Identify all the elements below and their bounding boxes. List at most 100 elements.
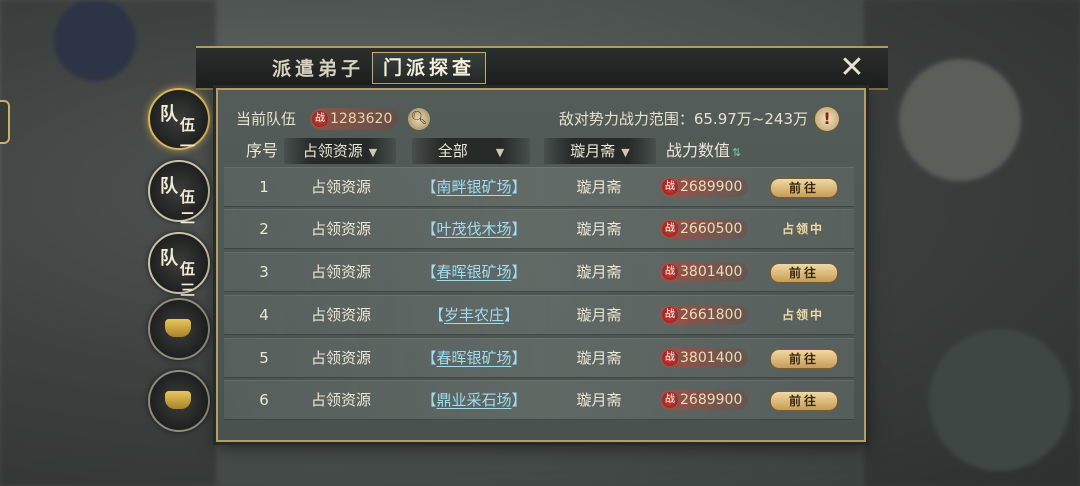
row-power-badge: 战 2689900 (660, 390, 749, 410)
chevron-down-icon: ▼ (621, 146, 630, 159)
tab-bar: 派遣弟子 门派探查 ✕ (196, 46, 888, 90)
bracket-right: 】 (511, 391, 527, 409)
row-sect: 璇月斋 (576, 349, 622, 367)
go-button[interactable]: 前往 (770, 263, 838, 283)
current-team-label: 当前队伍 (236, 110, 297, 128)
close-icon[interactable]: ✕ (836, 53, 868, 83)
team-button-label-top: 队 (160, 176, 178, 197)
table-row: 3 占领资源 【春晖银矿场】 璇月斋 战 3801400 前往 (224, 252, 854, 292)
lock-icon (165, 391, 191, 409)
go-button[interactable]: 前往 (770, 178, 838, 198)
team-button-label-bottom: 伍二 (180, 188, 196, 227)
row-target-link[interactable]: 【春晖银矿场】 (394, 339, 554, 377)
team-info-row: 当前队伍 战 1283620 🔍︎ 敌对势力战力范围：65.97万~243万 ! (236, 106, 848, 132)
chevron-down-icon: ▼ (368, 146, 378, 159)
row-power-value: 2661800 (680, 307, 743, 323)
power-icon: 战 (662, 179, 678, 195)
column-header-power[interactable]: 战力数值 ⇅ (666, 138, 741, 164)
row-target-name: 鼎业采石场 (436, 391, 512, 409)
team-button-label-bottom: 伍一 (180, 116, 196, 155)
table-row: 6 占领资源 【鼎业采石场】 璇月斋 战 2689900 前往 (224, 380, 854, 420)
sect-filter-dropdown[interactable]: 璇月斋 ▼ (544, 138, 656, 164)
row-index: 5 (259, 349, 269, 367)
row-type: 占领资源 (310, 263, 371, 281)
row-target-name: 叶茂伐木场 (436, 220, 512, 238)
row-power-badge: 战 2689900 (660, 177, 749, 197)
row-power-badge: 战 3801400 (660, 348, 749, 368)
row-type: 占领资源 (310, 391, 371, 409)
team-button-3[interactable]: 队 伍三 (148, 232, 210, 299)
row-type: 占领资源 (310, 178, 371, 196)
team-button-1[interactable]: 队 伍一 (148, 88, 210, 155)
row-target-link[interactable]: 【春晖银矿场】 (394, 253, 554, 291)
row-type: 占领资源 (310, 306, 371, 324)
team-button-5-locked[interactable] (148, 370, 210, 432)
type-filter-label: 占领资源 (302, 142, 363, 160)
power-icon: 战 (662, 392, 678, 408)
sort-icon[interactable]: ⇅ (732, 146, 741, 159)
row-sect: 璇月斋 (576, 178, 622, 196)
row-power-badge: 战 2661800 (660, 305, 749, 325)
target-filter-dropdown[interactable]: 全部 ▼ (412, 138, 530, 164)
row-index: 3 (259, 263, 269, 281)
team-button-label-top: 队 (160, 104, 178, 125)
column-header-power-label: 战力数值 (666, 141, 731, 160)
tab-dispatch-disciples[interactable]: 派遣弟子 (262, 54, 374, 84)
target-filter-label: 全部 (437, 142, 468, 160)
occupying-status: 占领中 (781, 308, 824, 322)
go-button[interactable]: 前往 (770, 391, 838, 411)
bracket-left: 【 (421, 349, 437, 367)
bracket-right: 】 (504, 306, 520, 324)
row-index: 6 (259, 391, 269, 409)
row-index: 1 (259, 178, 269, 196)
row-target-link[interactable]: 【叶茂伐木场】 (394, 210, 554, 248)
chevron-down-icon: ▼ (495, 146, 505, 159)
row-power-value: 3801400 (680, 264, 743, 280)
current-power-value: 1283620 (330, 111, 393, 127)
team-button-4-locked[interactable] (148, 298, 210, 360)
type-filter-dropdown[interactable]: 占领资源 ▼ (284, 138, 396, 164)
bracket-right: 】 (511, 263, 527, 281)
team-button-label-top: 队 (160, 248, 178, 269)
row-index: 2 (259, 220, 269, 238)
row-target-link[interactable]: 【岁丰农庄】 (394, 296, 554, 334)
bracket-left: 【 (428, 306, 444, 324)
row-index: 4 (259, 306, 269, 324)
bracket-right: 】 (511, 178, 527, 196)
row-target-name: 南畔银矿场 (436, 178, 512, 196)
warning-icon[interactable]: ! (814, 106, 840, 132)
lock-icon (165, 319, 191, 337)
row-type: 占领资源 (310, 349, 371, 367)
row-target-link[interactable]: 【鼎业采石场】 (394, 381, 554, 419)
table-row: 1 占领资源 【南畔银矿场】 璇月斋 战 2689900 前往 (224, 167, 854, 207)
row-target-name: 春晖银矿场 (436, 349, 512, 367)
team-button-2[interactable]: 队 伍二 (148, 160, 210, 227)
tab-sect-scout[interactable]: 门派探查 (372, 52, 487, 84)
team-button-label-bottom: 伍三 (180, 260, 196, 299)
row-type: 占领资源 (310, 220, 371, 238)
row-power-value: 2689900 (680, 392, 743, 408)
row-sect: 璇月斋 (576, 263, 622, 281)
row-power-value: 2689900 (680, 179, 743, 195)
side-collapse-tab[interactable] (0, 100, 10, 144)
table-row: 2 占领资源 【叶茂伐木场】 璇月斋 战 2660500 占领中 (224, 209, 854, 249)
row-sect: 璇月斋 (576, 306, 622, 324)
bracket-right: 】 (511, 220, 527, 238)
occupying-status: 占领中 (781, 222, 824, 236)
bracket-left: 【 (421, 263, 437, 281)
search-icon[interactable]: 🔍︎ (408, 108, 430, 130)
current-power-badge: 战 1283620 (310, 108, 399, 130)
bracket-left: 【 (421, 178, 437, 196)
bracket-right: 】 (511, 349, 527, 367)
row-target-link[interactable]: 【南畔银矿场】 (394, 168, 554, 206)
column-header-index: 序号 (246, 141, 279, 160)
row-power-badge: 战 3801400 (660, 262, 749, 282)
row-power-badge: 战 2660500 (660, 219, 749, 239)
power-icon: 战 (662, 307, 678, 323)
power-icon: 战 (662, 221, 678, 237)
power-icon: 战 (312, 111, 328, 127)
table-row: 5 占领资源 【春晖银矿场】 璇月斋 战 3801400 前往 (224, 338, 854, 378)
go-button[interactable]: 前往 (770, 349, 838, 369)
row-sect: 璇月斋 (576, 391, 622, 409)
row-sect: 璇月斋 (576, 220, 622, 238)
